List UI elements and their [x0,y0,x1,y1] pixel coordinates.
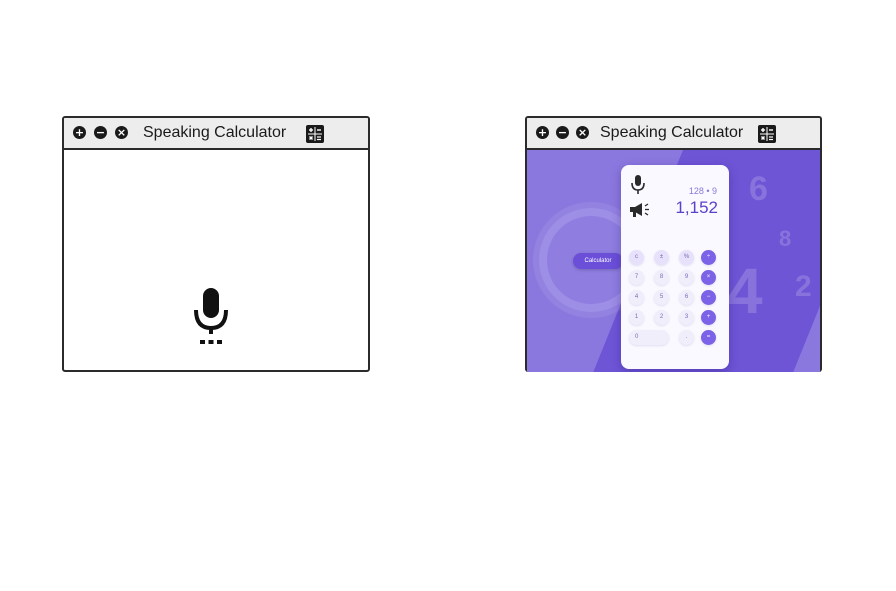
key-divide[interactable]: ÷ [701,250,716,265]
window-titlebar: + − × Speaking Calculator [527,118,820,150]
window-title: Speaking Calculator [600,124,744,141]
calculator-panel: 128 • 9 1,152 c ± % ÷ 7 8 9 × 4 5 6 − 1 … [621,165,729,369]
maximize-icon[interactable]: + [73,126,86,139]
minimize-icon[interactable]: − [556,126,569,139]
key-7[interactable]: 7 [629,270,644,285]
key-percent[interactable]: % [679,250,694,265]
expression-display: 128 • 9 [688,186,717,196]
decorative-digit: 2 [795,270,812,303]
key-minus[interactable]: − [701,290,716,305]
microphone-icon[interactable] [630,175,646,195]
key-3[interactable]: 3 [679,310,694,325]
decorative-digit: 6 [749,170,768,208]
microphone-icon[interactable] [191,288,231,348]
calculator-icon [306,125,324,143]
megaphone-icon[interactable] [629,202,651,218]
key-5[interactable]: 5 [654,290,669,305]
key-2[interactable]: 2 [654,310,669,325]
minimize-icon[interactable]: − [94,126,107,139]
key-equals[interactable]: = [701,330,716,345]
key-1[interactable]: 1 [629,310,644,325]
decorative-digit: 8 [779,226,792,251]
key-8[interactable]: 8 [654,270,669,285]
key-sign[interactable]: ± [654,250,669,265]
key-decimal[interactable]: . [679,330,694,345]
calculator-icon [758,125,776,143]
window-title: Speaking Calculator [143,124,287,141]
calculator-app-preview: 6 8 4 2 Calculator 128 • 9 1,152 c ± % ÷… [527,150,820,372]
close-icon[interactable]: × [576,126,589,139]
key-6[interactable]: 6 [679,290,694,305]
key-clear[interactable]: c [629,250,644,265]
speaking-calculator-window-result: + − × Speaking Calculator 6 8 4 2 Calcul… [525,116,822,372]
maximize-icon[interactable]: + [536,126,549,139]
key-plus[interactable]: + [701,310,716,325]
close-icon[interactable]: × [115,126,128,139]
key-multiply[interactable]: × [701,270,716,285]
key-9[interactable]: 9 [679,270,694,285]
key-0[interactable]: 0 [629,330,669,345]
result-display: 1,152 [675,198,718,217]
speaking-calculator-window-listening: + − × Speaking Calculator [62,116,370,372]
decorative-digit: 4 [727,255,763,327]
key-4[interactable]: 4 [629,290,644,305]
calculator-badge[interactable]: Calculator [573,253,623,269]
window-titlebar: + − × Speaking Calculator [64,118,368,150]
